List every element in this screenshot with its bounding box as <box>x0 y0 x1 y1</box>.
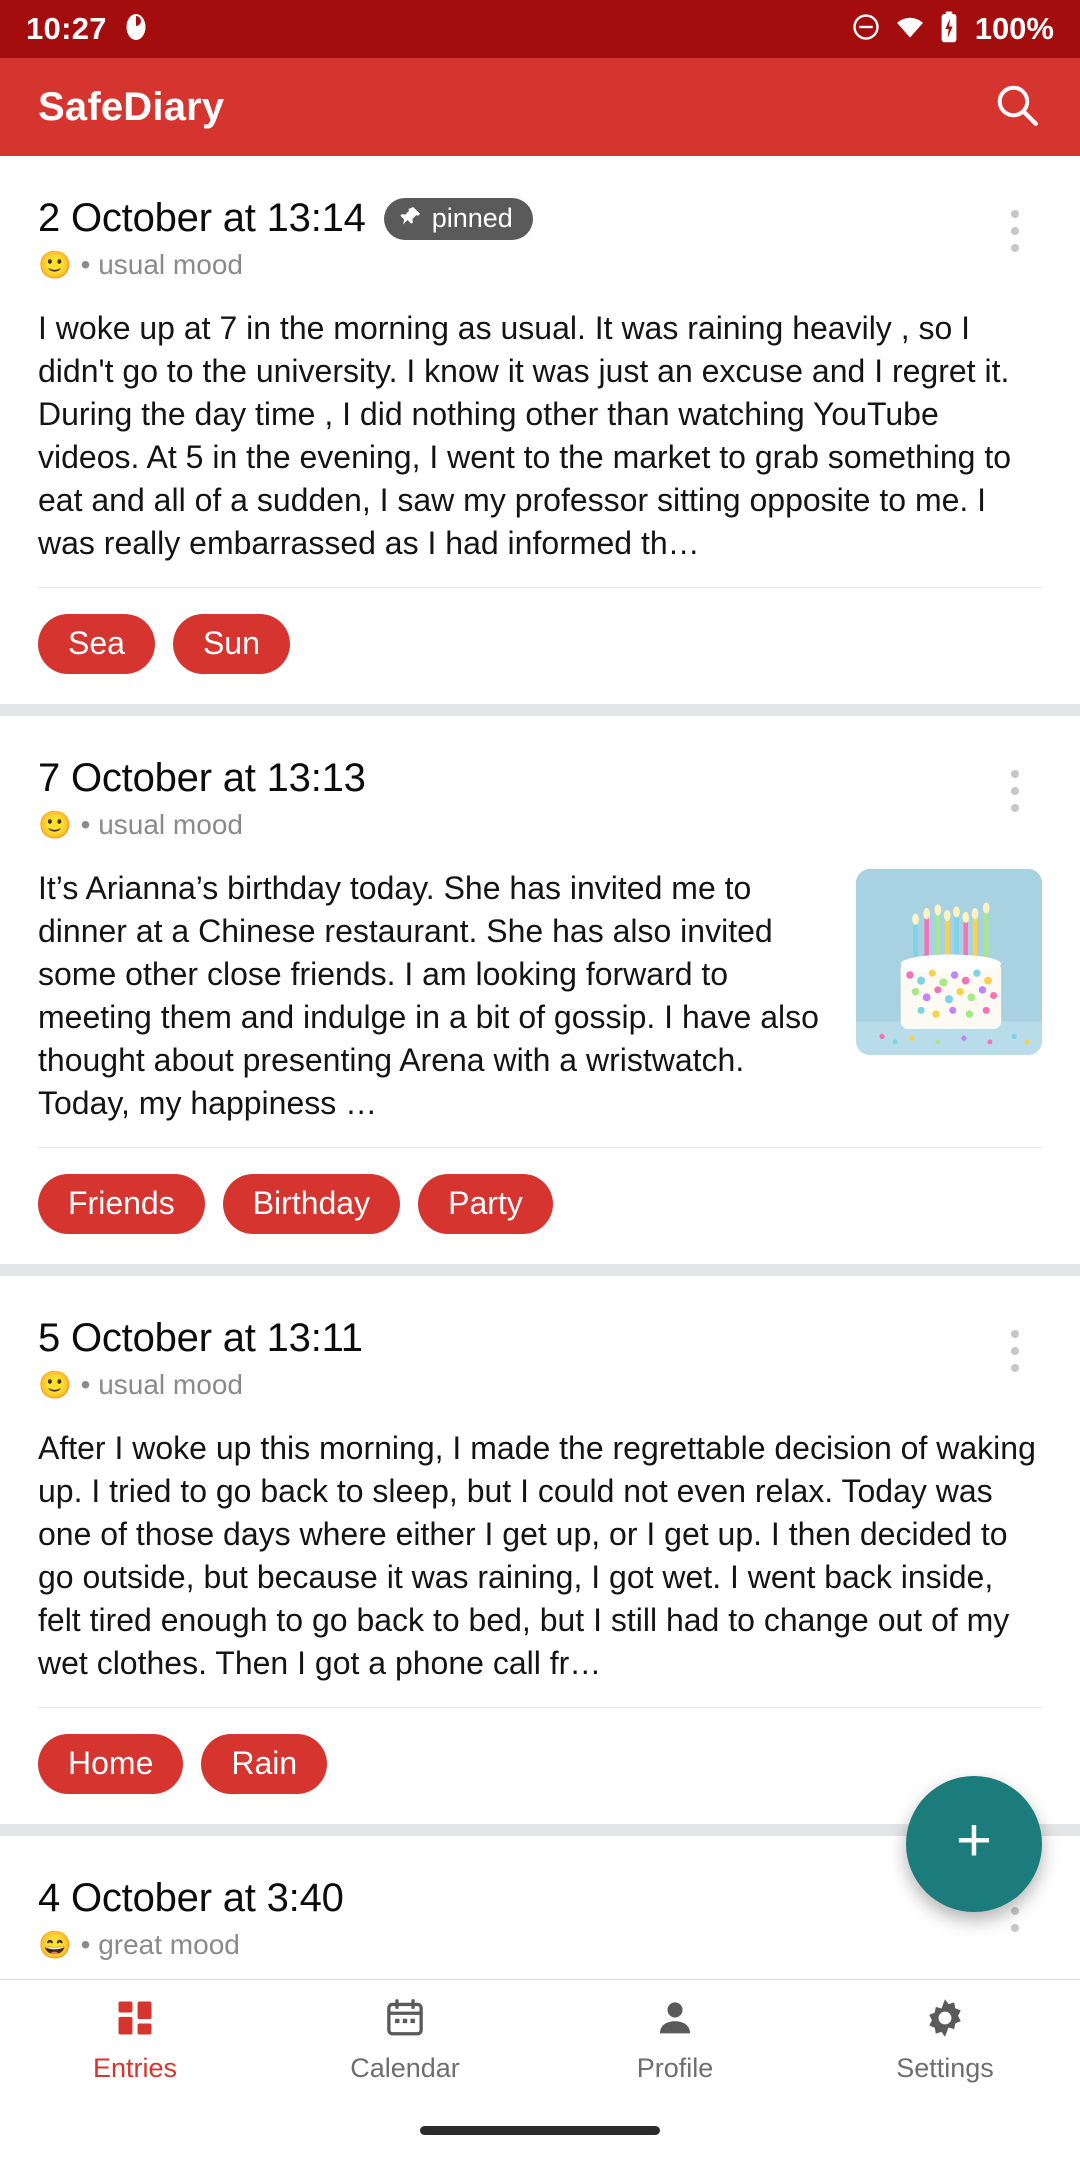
entry-header: 4 October at 3:40 😄 • great mood <box>38 1876 1042 1961</box>
mood-label: • usual mood <box>80 249 243 280</box>
entry-header-main: 4 October at 3:40 😄 • great mood <box>38 1876 988 1961</box>
entry-card[interactable]: 5 October at 13:11 🙂 • usual mood After … <box>0 1276 1080 1824</box>
entry-tags: Home Rain <box>38 1708 1042 1794</box>
person-icon <box>653 1996 697 2045</box>
entry-date: 7 October at 13:13 <box>38 756 366 800</box>
app-bar: SafeDiary <box>0 58 1080 156</box>
mood-emoji-icon: 🙂 <box>38 1369 72 1400</box>
mood-emoji-icon: 🙂 <box>38 249 72 280</box>
battery-percent: 100% <box>974 11 1054 46</box>
app-notification-icon <box>123 12 149 47</box>
entry-header: 5 October at 13:11 🙂 • usual mood <box>38 1316 1042 1401</box>
gesture-navigation-bar[interactable] <box>0 2100 1080 2160</box>
entry-body-wrap: After I woke up this morning, I made the… <box>38 1427 1042 1685</box>
entry-header-main: 2 October at 13:14 pinned 🙂 • usual mood <box>38 196 988 281</box>
nav-item-calendar[interactable]: Calendar <box>270 1996 540 2084</box>
mood-label: • usual mood <box>80 809 243 840</box>
nav-item-entries[interactable]: Entries <box>0 1996 270 2084</box>
nav-label-calendar: Calendar <box>350 2053 460 2083</box>
entry-title-row: 5 October at 13:11 <box>38 1316 988 1361</box>
entry-body-wrap: It’s Arianna’s birthday today. She has i… <box>38 867 1042 1125</box>
nav-label-entries: Entries <box>92 2053 178 2083</box>
entry-body: It’s Arianna’s birthday today. She has i… <box>38 870 819 1121</box>
entry-body-wrap: I woke up at 7 in the morning as usual. … <box>38 307 1042 565</box>
app-root: 10:27 100% SafeDiary 2 October at 13:14 … <box>0 0 1080 2160</box>
battery-icon <box>939 10 959 48</box>
nav-label-settings: Settings <box>896 2053 994 2083</box>
entry-overflow-menu-button[interactable] <box>988 196 1042 252</box>
calendar-icon <box>383 1996 427 2045</box>
entry-card[interactable]: 2 October at 13:14 pinned 🙂 • usual mood <box>0 156 1080 704</box>
do-not-disturb-icon <box>851 12 881 47</box>
entry-card[interactable]: 7 October at 13:13 🙂 • usual mood It’s A… <box>0 716 1080 1264</box>
tag-chip[interactable]: Party <box>418 1174 553 1234</box>
entry-header: 2 October at 13:14 pinned 🙂 • usual mood <box>38 196 1042 281</box>
entry-mood: 😄 • great mood <box>38 1929 988 1961</box>
tag-chip[interactable]: Birthday <box>222 1174 401 1234</box>
status-bar-left: 10:27 <box>26 11 149 47</box>
tag-chip[interactable]: Home <box>38 1734 184 1794</box>
mood-label: • usual mood <box>80 1369 243 1400</box>
entry-title-row: 4 October at 3:40 <box>38 1876 988 1921</box>
entry-mood: 🙂 • usual mood <box>38 1369 988 1401</box>
entry-header-main: 7 October at 13:13 🙂 • usual mood <box>38 756 988 841</box>
app-bar-actions <box>992 80 1042 135</box>
gear-icon <box>923 1996 967 2045</box>
entries-list[interactable]: 2 October at 13:14 pinned 🙂 • usual mood <box>0 156 1080 1980</box>
bottom-navigation: Entries Calendar Profile Settings <box>0 1980 1080 2100</box>
entry-tags: Sea Sun <box>38 588 1042 674</box>
mood-emoji-icon: 🙂 <box>38 809 72 840</box>
nav-item-settings[interactable]: Settings <box>810 1996 1080 2084</box>
entry-header-main: 5 October at 13:11 🙂 • usual mood <box>38 1316 988 1401</box>
status-bar-right: 100% <box>851 10 1054 48</box>
entry-overflow-menu-button[interactable] <box>988 756 1042 812</box>
entry-title-row: 2 October at 13:14 pinned <box>38 196 988 241</box>
entry-body: After I woke up this morning, I made the… <box>38 1430 1036 1681</box>
pushpin-icon <box>400 205 422 232</box>
tag-chip[interactable]: Rain <box>201 1734 328 1794</box>
grid-entries-icon <box>113 1996 157 2045</box>
app-title: SafeDiary <box>38 84 225 129</box>
mood-label: • great mood <box>80 1929 240 1960</box>
entry-header: 7 October at 13:13 🙂 • usual mood <box>38 756 1042 841</box>
entry-date: 5 October at 13:11 <box>38 1316 363 1360</box>
tag-chip[interactable]: Friends <box>38 1174 205 1234</box>
add-entry-fab[interactable]: + <box>906 1776 1042 1912</box>
entry-mood: 🙂 • usual mood <box>38 809 988 841</box>
entry-date: 2 October at 13:14 <box>38 196 366 240</box>
entry-body: I woke up at 7 in the morning as usual. … <box>38 310 1012 561</box>
plus-icon: + <box>955 1806 993 1875</box>
entry-title-row: 7 October at 13:13 <box>38 756 988 801</box>
tag-chip[interactable]: Sun <box>172 614 290 674</box>
entry-overflow-menu-button[interactable] <box>988 1316 1042 1372</box>
entry-tags: Friends Birthday Party <box>38 1148 1042 1234</box>
entry-mood: 🙂 • usual mood <box>38 249 988 281</box>
tag-chip[interactable]: Sea <box>38 614 155 674</box>
pinned-badge: pinned <box>383 197 533 240</box>
birthday-cake-photo[interactable] <box>856 869 1042 1055</box>
nav-label-profile: Profile <box>636 2053 714 2083</box>
mood-emoji-icon: 😄 <box>38 1929 72 1960</box>
status-bar-clock: 10:27 <box>26 11 107 46</box>
entry-date: 4 October at 3:40 <box>38 1876 344 1920</box>
pinned-label: pinned <box>431 202 513 233</box>
nav-item-profile[interactable]: Profile <box>540 1996 810 2084</box>
wifi-icon <box>894 12 926 47</box>
status-bar: 10:27 100% <box>0 0 1080 58</box>
search-icon[interactable] <box>992 80 1042 135</box>
